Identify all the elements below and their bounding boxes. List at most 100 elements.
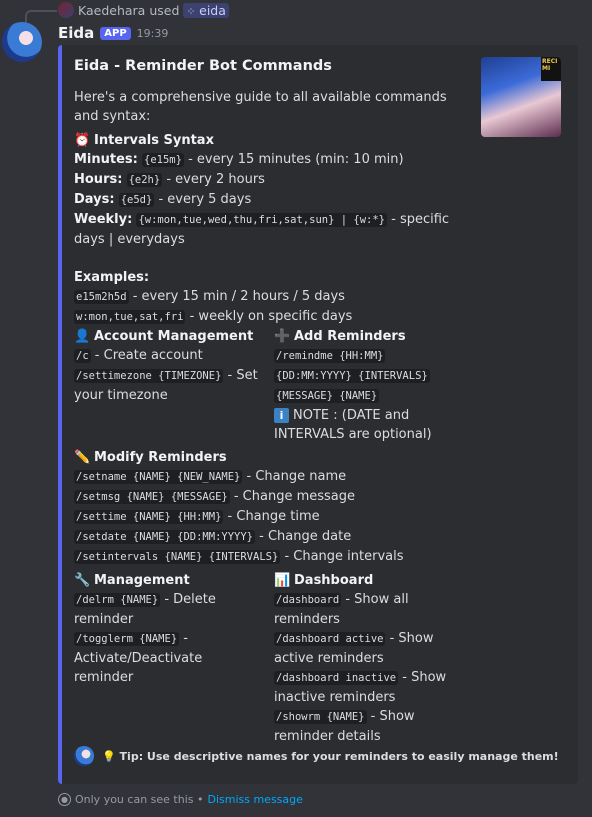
alarm-clock-icon: ⏰	[74, 133, 91, 148]
modify-row-code: /setintervals {NAME} {INTERVALS}	[74, 550, 281, 564]
author-name[interactable]: Eida	[58, 24, 94, 42]
modify-row-text: - Change time	[227, 509, 320, 524]
add-cmd-part3: {MESSAGE} {NAME}	[274, 389, 380, 403]
reply-command-name: eida	[199, 2, 226, 18]
intervals-hours: Hours: {e2h} - every 2 hours	[74, 170, 454, 190]
field-dashboard-title: 📊 Dashboard	[274, 571, 474, 590]
example-2-text: - weekly on specific days	[189, 309, 353, 324]
example-2-code: w:mon,tue,sat,fri	[74, 310, 186, 324]
footer-text: Tip: Use descriptive names for your remi…	[119, 749, 559, 763]
account-create: /c - Create account	[74, 346, 264, 366]
modify-row-text: - Change name	[246, 469, 347, 484]
embed-description: Here's a comprehensive guide to all avai…	[74, 90, 447, 124]
dashboard-all-code: /dashboard	[274, 593, 342, 607]
modify-row: /setname {NAME} {NEW_NAME} - Change name	[74, 467, 494, 487]
footer-avatar-icon	[74, 746, 94, 766]
interaction-reply[interactable]: Kaedehara used ⁘ eida	[58, 2, 229, 18]
info-icon: i	[274, 408, 289, 423]
add-note-text: NOTE : (DATE and INTERVALS are optional)	[274, 408, 432, 442]
dashboard-inactive: /dashboard inactive - Show inactive remi…	[274, 668, 474, 707]
days-label: Days:	[74, 192, 115, 207]
field-management: 🔧 Management /delrm {NAME} - Delete remin…	[74, 571, 264, 687]
reply-user-avatar[interactable]	[58, 2, 74, 18]
reply-command[interactable]: ⁘ eida	[183, 2, 229, 18]
field-add-title: ➕ Add Reminders	[274, 327, 474, 346]
plus-icon: ➕	[274, 329, 291, 344]
add-note: i NOTE : (DATE and INTERVALS are optional…	[274, 406, 474, 444]
field-management-name: Management	[94, 573, 190, 588]
hours-code: {e2h}	[126, 173, 163, 187]
modify-row-text: - Change message	[233, 489, 356, 504]
hours-label: Hours:	[74, 172, 123, 187]
field-modify-name: Modify Reminders	[94, 450, 227, 465]
modify-row: /setintervals {NAME} {INTERVALS} - Chang…	[74, 547, 494, 567]
weekly-label: Weekly:	[74, 212, 133, 227]
dashboard-showrm: /showrm {NAME} - Show reminder details	[274, 707, 474, 746]
toggle-code: /togglerm {NAME}	[74, 632, 180, 646]
examples-label-text: Examples:	[74, 270, 150, 285]
add-cmd-line2: {DD:MM:YYYY} {INTERVALS}	[274, 366, 474, 386]
example-1: e15m2h5d - every 15 min / 2 hours / 5 da…	[74, 287, 454, 307]
ephemeral-notice: ● Only you can see this • Dismiss messag…	[58, 793, 303, 806]
embed-footer: 💡 Tip: Use descriptive names for your re…	[74, 746, 559, 766]
field-intervals-name: Intervals Syntax	[94, 133, 214, 148]
minutes-label: Minutes:	[74, 152, 138, 167]
field-modify: ✏️ Modify Reminders /setname {NAME} {NEW_…	[74, 448, 494, 567]
example-1-text: - every 15 min / 2 hours / 5 days	[132, 289, 345, 304]
minutes-code: {e15m}	[142, 153, 184, 167]
dashboard-active-code: /dashboard active	[274, 632, 386, 646]
field-account: 👤 Account Management /c - Create account …	[74, 327, 264, 405]
field-add-name: Add Reminders	[294, 329, 406, 344]
user-icon: 👤	[74, 329, 91, 344]
eye-icon: ●	[58, 793, 71, 806]
modify-row: /settime {NAME} {HH:MM} - Change time	[74, 507, 494, 527]
modify-row: /setdate {NAME} {DD:MM:YYYY} - Change da…	[74, 527, 494, 547]
dismiss-message-link[interactable]: Dismiss message	[207, 793, 302, 806]
message-header: Eida APP 19:39	[58, 24, 168, 42]
slash-command-icon: ⁘	[186, 4, 200, 18]
delrm-code: /delrm {NAME}	[74, 593, 161, 607]
reply-action: used	[149, 2, 180, 18]
field-dashboard-name: Dashboard	[294, 573, 374, 588]
intervals-weekly: Weekly: {w:mon,tue,wed,thu,fri,sat,sun} …	[74, 210, 454, 249]
timezone-code: /settimezone {TIMEZONE}	[74, 369, 224, 383]
modify-row-text: - Change intervals	[284, 549, 404, 564]
add-cmd-line3: {MESSAGE} {NAME}	[274, 386, 474, 406]
field-account-name: Account Management	[94, 329, 254, 344]
management-delrm: /delrm {NAME} - Delete reminder	[74, 590, 264, 629]
author-avatar[interactable]	[2, 22, 42, 62]
pencil-icon: ✏️	[74, 450, 91, 465]
dashboard-inactive-code: /dashboard inactive	[274, 671, 399, 685]
lightbulb-icon: 💡	[102, 749, 116, 763]
dashboard-active: /dashboard active - Show active reminder…	[274, 629, 474, 668]
embed-thumbnail[interactable]: RECI MI	[481, 57, 561, 137]
modify-row: /setmsg {NAME} {MESSAGE} - Change messag…	[74, 487, 494, 507]
days-code: {e5d}	[118, 193, 155, 207]
field-intervals-title: ⏰ Intervals Syntax	[74, 131, 454, 150]
modify-row-code: /setmsg {NAME} {MESSAGE}	[74, 490, 230, 504]
add-cmd-line1: /remindme {HH:MM}	[274, 346, 474, 366]
reply-username[interactable]: Kaedehara	[78, 3, 145, 18]
showrm-code: /showrm {NAME}	[274, 710, 367, 724]
ephemeral-text: Only you can see this •	[75, 793, 204, 806]
days-text: - every 5 days	[158, 192, 252, 207]
add-cmd-part2: {DD:MM:YYYY} {INTERVALS}	[274, 369, 430, 383]
field-dashboard: 📊 Dashboard /dashboard - Show all reminde…	[274, 571, 474, 746]
create-text: - Create account	[94, 348, 203, 363]
embed-card: RECI MI Eida - Reminder Bot Commands Here…	[58, 45, 578, 784]
management-toggle: /togglerm {NAME} - Activate/Deactivate r…	[74, 629, 264, 687]
timestamp[interactable]: 19:39	[137, 27, 169, 40]
account-timezone: /settimezone {TIMEZONE} - Set your timez…	[74, 366, 264, 405]
intervals-minutes: Minutes: {e15m} - every 15 minutes (min:…	[74, 150, 454, 170]
dashboard-all: /dashboard - Show all reminders	[274, 590, 474, 629]
minutes-text: - every 15 minutes (min: 10 min)	[188, 152, 404, 167]
modify-row-text: - Change date	[259, 529, 352, 544]
field-account-title: 👤 Account Management	[74, 327, 264, 346]
modify-row-code: /setname {NAME} {NEW_NAME}	[74, 470, 243, 484]
hours-text: - every 2 hours	[166, 172, 265, 187]
add-cmd-part1: /remindme {HH:MM}	[274, 349, 386, 363]
example-1-code: e15m2h5d	[74, 290, 129, 304]
examples-label: Examples:	[74, 268, 454, 287]
field-intervals: ⏰ Intervals Syntax Minutes: {e15m} - ever…	[74, 131, 454, 327]
footer-text-wrap: 💡 Tip: Use descriptive names for your re…	[102, 750, 559, 763]
